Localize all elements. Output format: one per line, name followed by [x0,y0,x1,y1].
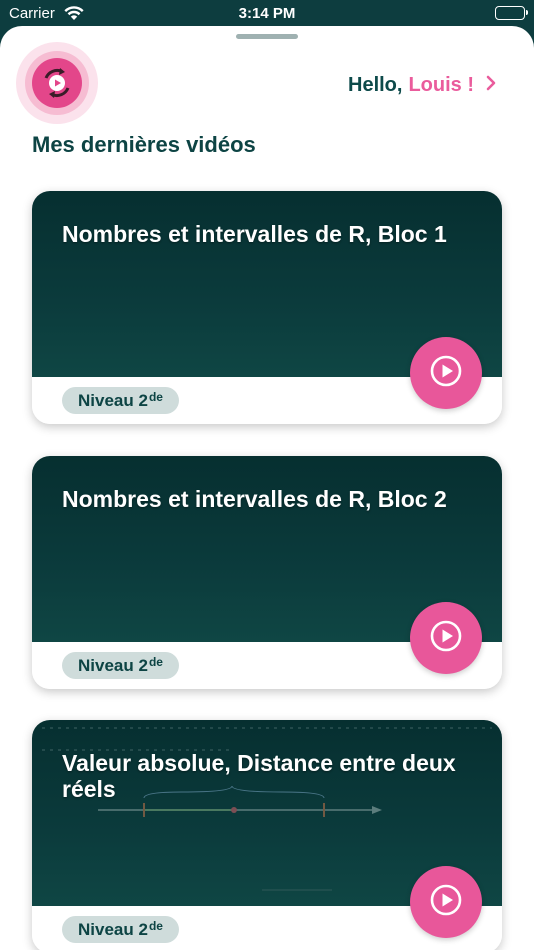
status-bar: Carrier 3:14 PM [0,0,534,28]
greeting-link[interactable]: Hello, Louis ! [348,74,496,97]
level-badge: Niveau 2 de [62,387,179,414]
video-title: Nombres et intervalles de R, Bloc 1 [62,221,447,247]
app-logo[interactable] [16,42,98,124]
play-button[interactable] [410,866,482,938]
play-circle-icon [429,619,463,658]
home-sheet: Hello, Louis ! Mes dernières vidéos Nomb… [0,26,534,950]
video-cycle-logo-icon [32,58,82,108]
level-badge: Niveau 2 de [62,652,179,679]
video-card[interactable]: Nombres et intervalles de R, Bloc 2 Nive… [32,456,502,689]
chevron-right-icon [486,74,496,97]
play-circle-icon [429,354,463,393]
level-badge: Niveau 2 de [62,916,179,943]
clock: 3:14 PM [238,5,296,22]
section-title: Mes dernières vidéos [32,132,256,157]
greeting-text: Hello, [348,74,403,96]
video-title: Valeur absolue, Distance entre deux réel… [62,750,456,802]
battery-icon [495,6,528,20]
play-button[interactable] [410,602,482,674]
video-card[interactable]: Nombres et intervalles de R, Bloc 1 Nive… [32,191,502,424]
play-circle-icon [429,883,463,922]
video-title: Nombres et intervalles de R, Bloc 2 [62,486,447,512]
video-card[interactable]: Valeur absolue, Distance entre deux réel… [32,720,502,950]
sheet-grabber[interactable] [236,34,298,39]
play-button[interactable] [410,337,482,409]
user-name: Louis ! [408,74,474,96]
